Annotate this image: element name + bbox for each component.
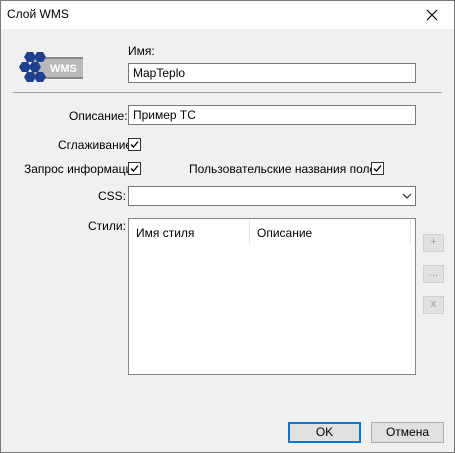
name-label: Имя: — [128, 44, 155, 58]
edit-style-button[interactable]: ... — [423, 265, 444, 283]
check-icon — [130, 165, 139, 172]
custom-field-names-checkbox[interactable] — [371, 162, 384, 175]
close-button[interactable] — [410, 1, 454, 29]
window-title: Слой WMS — [7, 7, 69, 21]
query-info-checkbox[interactable] — [128, 162, 141, 175]
chevron-down-icon — [402, 193, 412, 199]
custom-field-names-label: Пользовательские названия полей — [189, 162, 383, 176]
wms-logo-icon: WMS — [19, 52, 83, 82]
add-style-button[interactable]: + — [423, 234, 444, 252]
styles-label: Стили: — [88, 219, 126, 233]
css-label: CSS: — [98, 189, 127, 203]
ok-button[interactable]: OK — [288, 422, 361, 443]
title-bar: Слой WMS — [1, 1, 454, 29]
column-header-style-name[interactable]: Имя стиля — [130, 220, 250, 244]
styles-list[interactable]: Имя стиля Описание — [128, 218, 416, 375]
css-select[interactable] — [128, 186, 416, 206]
wms-layer-dialog: Слой WMS WMS Имя: MapTeplo Описание: При… — [0, 0, 455, 453]
cancel-button[interactable]: Отмена — [371, 422, 444, 443]
name-input[interactable]: MapTeplo — [128, 63, 416, 83]
description-input[interactable]: Пример ТС — [128, 105, 416, 125]
remove-style-button[interactable]: x — [423, 296, 444, 314]
query-info-label: Запрос информации — [24, 162, 139, 176]
smoothing-checkbox[interactable] — [128, 138, 141, 151]
column-header-description[interactable]: Описание — [251, 220, 411, 244]
check-icon — [373, 165, 382, 172]
close-icon — [426, 9, 438, 21]
smoothing-label: Сглаживание — [58, 138, 133, 152]
description-label: Описание: — [69, 109, 128, 123]
check-icon — [130, 141, 139, 148]
logo-text: WMS — [50, 63, 77, 75]
separator — [13, 92, 442, 93]
